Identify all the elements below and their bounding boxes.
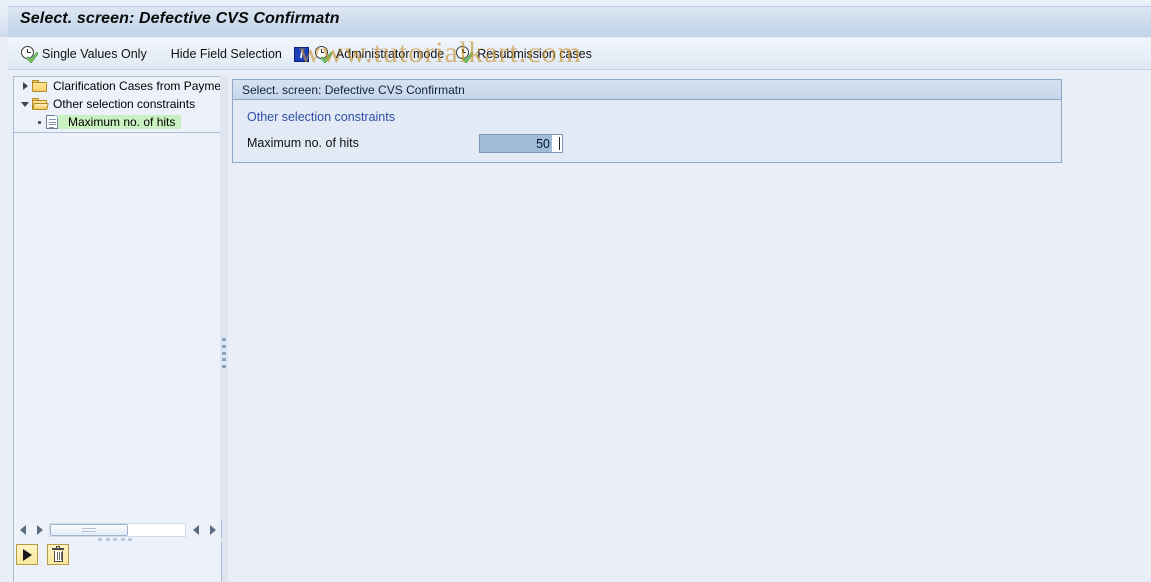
maximum-hits-input[interactable]: 50: [479, 134, 563, 153]
toolbar-button-resubmission-cases[interactable]: Resubmission cases: [453, 42, 601, 66]
bullet-icon: [32, 120, 46, 124]
toolbar-items: Single Values Only Hide Field Selection …: [18, 38, 601, 70]
tree-list: Clarification Cases from Paymer Other se…: [14, 77, 221, 131]
chevron-right-icon[interactable]: [18, 82, 32, 90]
field-row: Maximum no. of hits 50: [247, 134, 1061, 154]
tree-action-buttons: [13, 542, 222, 582]
page-title: Select. screen: Defective CVS Confirmatn: [20, 10, 340, 27]
toolbar-button-hide-field-selection[interactable]: Hide Field Selection: [164, 42, 291, 66]
toolbar-button-info[interactable]: [291, 42, 312, 66]
delete-button[interactable]: [47, 544, 70, 565]
scrollbar-track[interactable]: [49, 523, 186, 537]
tree-item-label: Other selection constraints: [53, 97, 196, 111]
trash-icon: [52, 545, 65, 562]
clock-check-icon: [21, 45, 38, 63]
tree-item-other-selection-constraints[interactable]: Other selection constraints: [14, 95, 221, 113]
check-glyph: [27, 51, 38, 63]
tree-item-label: Clarification Cases from Paymer: [53, 79, 221, 93]
group-title: Other selection constraints: [247, 110, 395, 124]
toolbar-button-single-values-only[interactable]: Single Values Only: [18, 42, 156, 66]
execute-button[interactable]: [16, 544, 38, 565]
tree-item-maximum-no-of-hits[interactable]: Maximum no. of hits: [14, 113, 221, 131]
info-icon: [293, 46, 309, 62]
folder-open-icon: [32, 98, 49, 110]
toolbar-button-administrator-mode[interactable]: Administrator mode: [312, 42, 453, 66]
scrollbar-thumb[interactable]: [50, 524, 128, 536]
chevron-down-icon[interactable]: [18, 101, 32, 107]
panel-splitter[interactable]: [220, 76, 228, 582]
tree-item-label: Maximum no. of hits: [63, 115, 182, 129]
toolbar-label: Administrator mode: [335, 47, 445, 61]
scroll-page-right-arrow-icon[interactable]: [204, 522, 221, 538]
splitter-grip-icon[interactable]: [222, 338, 226, 368]
clock-check-icon: [314, 45, 332, 63]
thumb-grip-icon: [82, 528, 96, 534]
toolbar-label: Resubmission cases: [477, 47, 592, 61]
selection-screen-panel: Select. screen: Defective CVS Confirmatn…: [232, 79, 1062, 163]
clock-check-icon: [456, 45, 474, 63]
scroll-left-arrow-icon[interactable]: [14, 522, 31, 538]
panel-body: Other selection constraints Maximum no. …: [233, 101, 1061, 162]
text-caret: [559, 137, 560, 150]
document-icon: [46, 115, 63, 129]
maximum-hits-value: 50: [480, 135, 552, 152]
scroll-page-left-arrow-icon[interactable]: [187, 522, 204, 538]
selection-tree-panel: Clarification Cases from Paymer Other se…: [13, 76, 222, 582]
tree-separator: [14, 132, 221, 133]
panel-header: Select. screen: Defective CVS Confirmatn: [233, 80, 1061, 100]
toolbar-label: Hide Field Selection: [170, 47, 282, 61]
folder-closed-icon: [32, 80, 49, 92]
tree-item-clarification-cases[interactable]: Clarification Cases from Paymer: [14, 77, 221, 95]
check-glyph: [320, 51, 332, 63]
scroll-right-arrow-icon[interactable]: [31, 522, 48, 538]
play-icon: [22, 548, 32, 561]
toolbar: Single Values Only Hide Field Selection …: [8, 38, 1151, 70]
toolbar-label: Single Values Only: [42, 47, 147, 61]
maximum-hits-label: Maximum no. of hits: [247, 136, 359, 150]
window-title-bar: Select. screen: Defective CVS Confirmatn: [0, 0, 1151, 37]
check-glyph: [462, 51, 474, 63]
